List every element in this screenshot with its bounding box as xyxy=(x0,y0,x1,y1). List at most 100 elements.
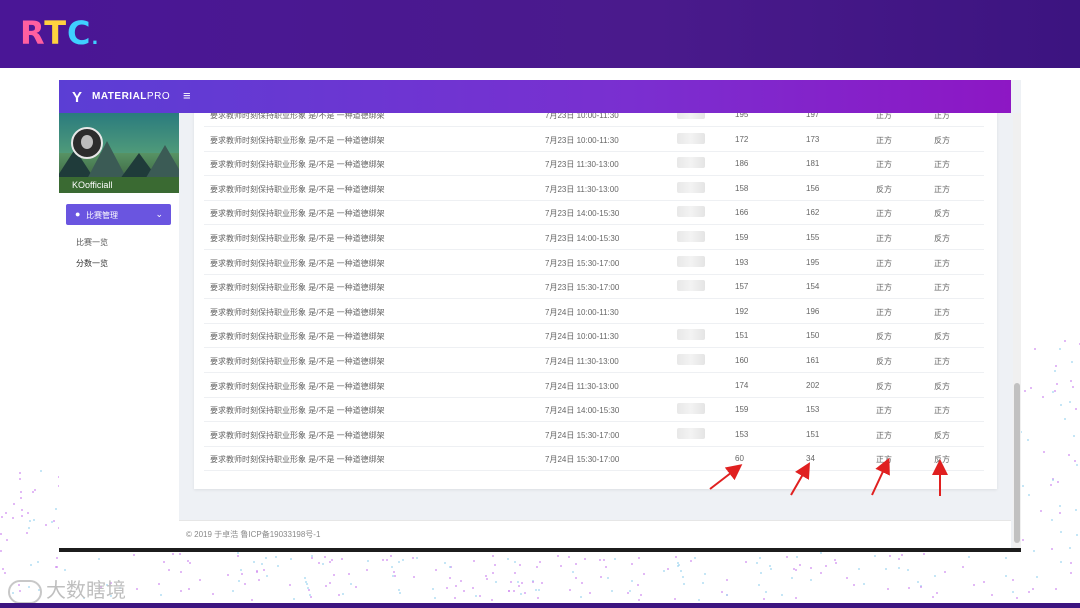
decorative-dot xyxy=(759,557,761,559)
cell-d: 反方 xyxy=(934,135,950,145)
decorative-dot xyxy=(581,582,583,584)
decorative-dot xyxy=(495,581,497,583)
cell-d: 正方 xyxy=(934,406,950,416)
cell-c: 反方 xyxy=(876,357,892,366)
decorative-dot xyxy=(455,585,457,587)
cell-topic: 要求教师时刻保持职业形象 是/不是 一种道德绑架 xyxy=(210,160,385,170)
decorative-dot xyxy=(251,599,253,601)
decorative-dot xyxy=(329,561,331,563)
decorative-dot xyxy=(889,555,891,557)
decorative-dot xyxy=(256,571,258,573)
decorative-dot xyxy=(973,584,975,586)
decorative-dot xyxy=(402,559,404,561)
decorative-dot xyxy=(265,557,267,559)
decorative-dot xyxy=(629,590,631,592)
decorative-dot xyxy=(21,515,23,517)
decorative-dot xyxy=(770,568,772,570)
decorative-dot xyxy=(580,596,582,598)
decorative-dot xyxy=(318,562,320,564)
decorative-dot xyxy=(575,563,577,565)
decorative-dot xyxy=(1068,454,1070,456)
decorative-dot xyxy=(524,592,526,594)
cell-c: 正方 xyxy=(876,307,892,317)
decorative-dot xyxy=(386,559,388,561)
decorative-dot xyxy=(920,585,922,587)
decorative-dot xyxy=(5,512,7,514)
cell-c: 反方 xyxy=(876,381,892,391)
hamburger-icon[interactable]: ≡ xyxy=(183,88,191,103)
decorative-dot xyxy=(667,568,669,570)
cell-time: 7月24日 11:30-13:00 xyxy=(545,381,619,391)
table-row: 要求教师时刻保持职业形象 是/不是 一种道德绑架 7月23日 15:30-17:0… xyxy=(204,274,984,300)
decorative-dot xyxy=(1064,418,1066,420)
decorative-dot xyxy=(991,594,993,596)
decorative-dot xyxy=(240,569,242,571)
decorative-dot xyxy=(32,491,34,493)
cell-topic: 要求教师时刻保持职业形象 是/不是 一种道德绑架 xyxy=(210,357,385,366)
sidebar-item-match-management[interactable]: ● 比赛管理 ⌄ xyxy=(66,204,171,225)
decorative-dot xyxy=(342,593,344,595)
redacted-cell xyxy=(677,329,705,341)
decorative-dot xyxy=(1005,575,1007,577)
decorative-dot xyxy=(898,558,900,560)
decorative-dot xyxy=(348,573,350,575)
redacted-cell xyxy=(677,181,705,193)
decorative-dot xyxy=(769,565,771,567)
decorative-dot xyxy=(6,539,8,541)
sidebar-subitem-match-list[interactable]: 比赛一览 xyxy=(76,237,108,248)
decorative-dot xyxy=(557,555,559,557)
scrollbar[interactable] xyxy=(1013,113,1021,550)
decorative-dot xyxy=(690,560,692,562)
cell-d: 正方 xyxy=(934,160,950,170)
decorative-dot xyxy=(311,557,313,559)
sidebar-item-label: 比赛管理 xyxy=(86,211,118,220)
decorative-dot xyxy=(64,569,66,571)
decorative-dot xyxy=(589,592,591,594)
sidebar: KOofficiall ● 比赛管理 ⌄ 比赛一览 分数一览 xyxy=(59,113,179,550)
decorative-dot xyxy=(1076,464,1078,466)
app-logo[interactable]: MATERIALPRO xyxy=(92,91,170,102)
decorative-dot xyxy=(21,509,23,511)
avatar-face xyxy=(81,135,93,149)
decorative-dot xyxy=(874,555,876,557)
decorative-dot xyxy=(399,592,401,594)
cell-c: 正方 xyxy=(876,234,892,243)
decorative-dot xyxy=(520,593,522,595)
decorative-dot xyxy=(513,590,515,592)
cell-d: 反方 xyxy=(934,455,950,465)
decorative-dot xyxy=(29,520,31,522)
decorative-dot xyxy=(413,576,415,578)
footer: © 2019 于卓浩 鲁ICP备19033198号-1 xyxy=(179,520,1011,550)
cell-a: 158 xyxy=(735,183,749,193)
decorative-dot xyxy=(820,552,822,554)
decorative-dot xyxy=(765,591,767,593)
decorative-dot xyxy=(1075,509,1077,511)
cell-a: 166 xyxy=(735,208,749,218)
table-row: 要求教师时刻保持职业形象 是/不是 一种道德绑架 7月24日 15:30-17:0… xyxy=(204,422,984,447)
redacted-cell xyxy=(677,255,705,267)
cell-a: 159 xyxy=(735,405,749,415)
decorative-dot xyxy=(519,564,521,566)
sidebar-subitem-score-list[interactable]: 分数一览 xyxy=(76,258,108,269)
avatar[interactable] xyxy=(71,127,103,159)
decorative-dot xyxy=(781,594,783,596)
cell-b: 162 xyxy=(806,208,820,218)
decorative-dot xyxy=(398,561,400,563)
decorative-dot xyxy=(232,590,234,592)
cell-d: 反方 xyxy=(934,430,950,440)
decorative-dot xyxy=(432,588,434,590)
cell-a: 151 xyxy=(735,331,749,341)
user-name[interactable]: KOofficiall xyxy=(72,180,112,190)
decorative-dot xyxy=(366,569,368,571)
decorative-dot xyxy=(810,579,812,581)
decorative-dot xyxy=(1055,588,1057,590)
cell-b: 173 xyxy=(806,134,820,144)
cell-time: 7月24日 15:30-17:00 xyxy=(545,455,620,465)
decorative-dot xyxy=(1069,401,1071,403)
admin-app-window: Y MATERIALPRO ≡ KOofficiall ● 比赛管理 ⌄ 比赛一… xyxy=(59,80,1021,550)
scrollbar-thumb[interactable] xyxy=(1014,383,1020,543)
redacted-cell xyxy=(677,206,705,218)
decorative-dot xyxy=(241,573,243,575)
decorative-dot xyxy=(1056,383,1058,385)
decorative-dot xyxy=(450,566,452,568)
